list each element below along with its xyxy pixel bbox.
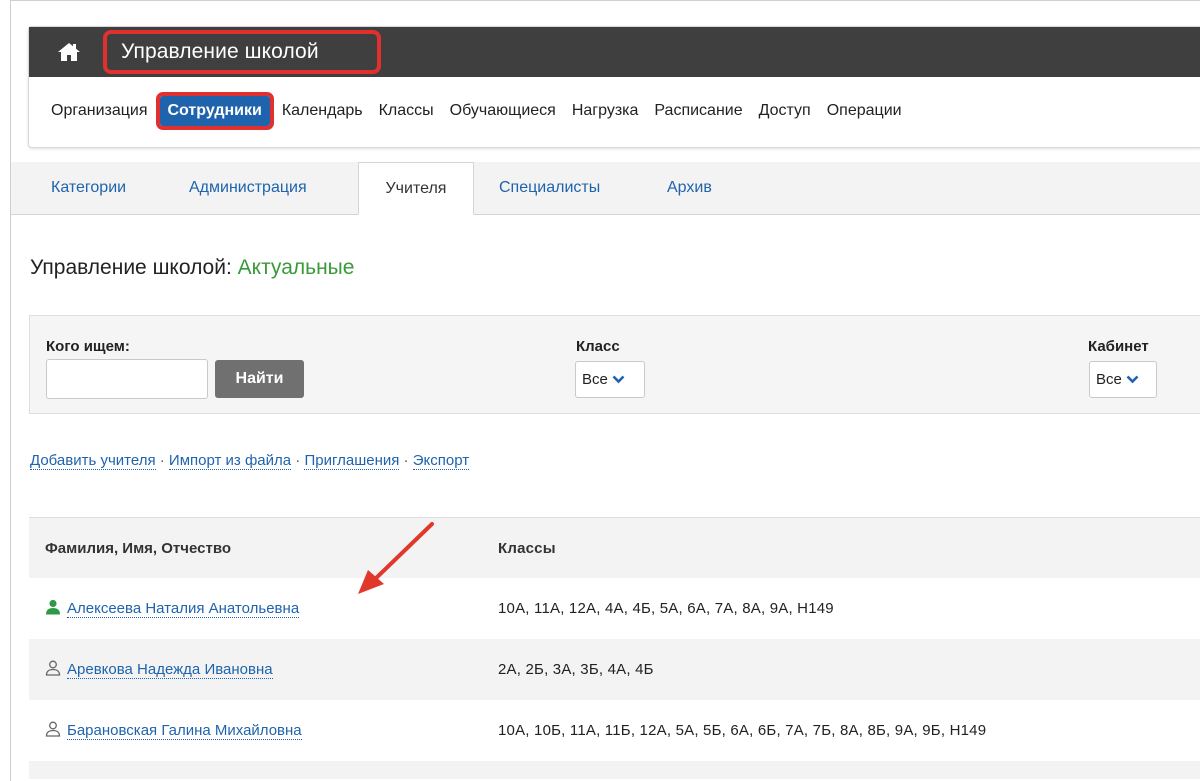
menu-item-operations[interactable]: Операции (819, 96, 910, 126)
tab-teachers[interactable]: Учителя (358, 162, 474, 215)
teacher-classes-cell: 10А, 11А, 12А, 4А, 4Б, 5А, 6А, 7А, 8А, 9… (498, 600, 834, 617)
teacher-name-cell: Барановская Галина Михайловна (45, 721, 302, 741)
teacher-link[interactable]: Барановская Галина Михайловна (67, 722, 302, 740)
teachers-table: Фамилия, Имя, Отчество Классы Алексеева … (29, 517, 1200, 779)
separator: · (159, 452, 165, 469)
top-navigation: Управление школой Организация Сотрудники… (28, 26, 1200, 148)
room-select[interactable]: Все (1089, 361, 1157, 398)
chevron-down-icon (612, 371, 625, 388)
table-row: Алексеева Наталия Анатольевна 10А, 11А, … (29, 578, 1200, 639)
app-title[interactable]: Управление школой (103, 30, 381, 74)
teacher-link[interactable]: Алексеева Наталия Анатольевна (67, 600, 300, 618)
tab-archive[interactable]: Архив (649, 162, 730, 214)
teacher-classes-cell: 10А, 10Б, 11А, 11Б, 12А, 5А, 5Б, 6А, 6Б,… (498, 722, 987, 739)
import-link[interactable]: Импорт из файла (168, 452, 292, 470)
export-link[interactable]: Экспорт (412, 452, 470, 470)
tabs-bar: Категории Администрация Учителя Специали… (11, 162, 1200, 215)
teacher-name-cell: Алексеева Наталия Анатольевна (45, 599, 300, 619)
separator: · (295, 452, 301, 469)
user-outline-icon (45, 660, 61, 680)
menu-item-schedule[interactable]: Расписание (646, 96, 750, 126)
teacher-name-cell: Аревкова Надежда Ивановна (45, 660, 273, 680)
class-filter-label: Класс (576, 338, 620, 355)
class-select[interactable]: Все (575, 361, 645, 398)
menu-item-classes[interactable]: Классы (371, 96, 442, 126)
teacher-classes-cell: 2А, 2Б, 3А, 3Б, 4А, 4Б (498, 661, 654, 678)
teacher-link[interactable]: Аревкова Надежда Ивановна (67, 661, 273, 679)
add-teacher-link[interactable]: Добавить учителя (30, 452, 156, 470)
column-header-classes: Классы (498, 539, 556, 557)
action-links: Добавить учителя · Импорт из файла · При… (30, 452, 470, 470)
annotation-arrow-icon (358, 522, 434, 594)
status-label: Актуальные (237, 256, 355, 279)
search-label: Кого ищем: (46, 338, 130, 355)
user-filled-icon (45, 599, 61, 619)
menu-item-staff[interactable]: Сотрудники (155, 92, 274, 130)
table-header: Фамилия, Имя, Отчество Классы (29, 518, 1200, 578)
tab-categories[interactable]: Категории (33, 162, 144, 214)
search-button[interactable]: Найти (215, 360, 304, 398)
room-select-value: Все (1096, 371, 1122, 388)
menu-item-workload[interactable]: Нагрузка (564, 96, 647, 126)
table-row (29, 761, 1200, 779)
menu-item-students[interactable]: Обучающиеся (442, 96, 564, 126)
menu-item-access[interactable]: Доступ (751, 96, 819, 126)
column-header-name[interactable]: Фамилия, Имя, Отчество (45, 540, 231, 557)
tab-administration[interactable]: Администрация (171, 162, 325, 214)
room-filter-label: Кабинет (1088, 338, 1149, 355)
separator: · (403, 452, 409, 469)
class-select-value: Все (582, 371, 608, 388)
menu-item-calendar[interactable]: Календарь (274, 96, 371, 126)
tab-specialists[interactable]: Специалисты (481, 162, 618, 214)
table-row: Аревкова Надежда Ивановна 2А, 2Б, 3А, 3Б… (29, 639, 1200, 700)
user-outline-icon (45, 721, 61, 741)
page-title: Управление школой: Актуальные (30, 256, 354, 280)
invitations-link[interactable]: Приглашения (304, 452, 400, 470)
search-input[interactable] (46, 359, 208, 399)
menu-item-organization[interactable]: Организация (43, 96, 156, 126)
filter-panel: Кого ищем: Найти Класс Все Кабинет Все (29, 315, 1200, 414)
main-menu: Организация Сотрудники Календарь Классы … (43, 89, 910, 133)
table-row: Барановская Галина Михайловна 10А, 10Б, … (29, 700, 1200, 761)
home-icon[interactable] (55, 38, 83, 66)
page-title-prefix: Управление школой: (30, 256, 232, 279)
chevron-down-icon (1126, 371, 1139, 388)
header-bar: Управление школой (29, 27, 1200, 77)
